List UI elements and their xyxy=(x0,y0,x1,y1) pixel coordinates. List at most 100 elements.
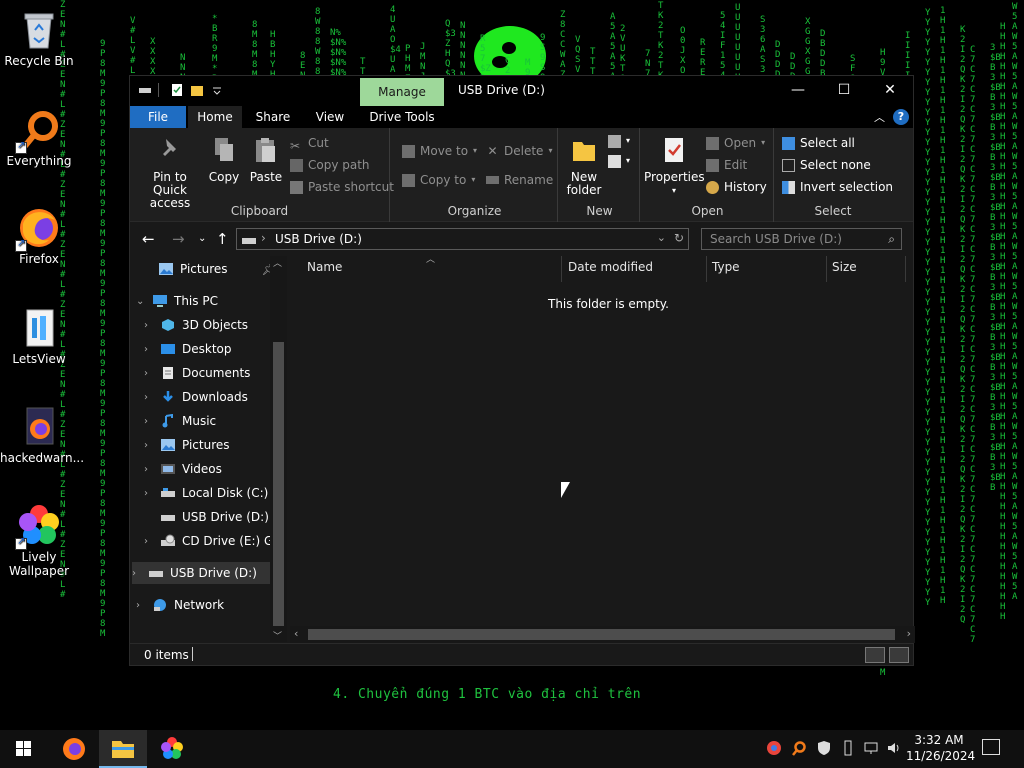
column-header-type[interactable]: Type xyxy=(712,260,740,274)
column-header-name[interactable]: Name xyxy=(307,260,342,274)
properties-button[interactable]: Properties ▾ xyxy=(644,136,705,197)
ribbon-group-open: Properties ▾ Open ▾ Edit History Open xyxy=(642,128,774,222)
desktop-icon-lively-wallpaper[interactable]: Lively Wallpaper xyxy=(0,504,78,578)
copy-to-button[interactable]: Copy to ▾ xyxy=(402,171,475,189)
minimize-button[interactable]: — xyxy=(775,76,821,106)
column-header-date-modified[interactable]: Date modified xyxy=(568,260,653,274)
tab-file[interactable]: File xyxy=(130,106,186,128)
maximize-button[interactable]: ☐ xyxy=(821,76,867,106)
cut-button[interactable]: ✂ Cut xyxy=(290,134,329,153)
details-view-button[interactable] xyxy=(865,647,885,663)
refresh-icon[interactable]: ↻ xyxy=(674,231,684,245)
nav-item-music[interactable]: › Music xyxy=(144,410,216,432)
nav-item-network[interactable]: › Network xyxy=(136,594,224,616)
scrollbar-thumb[interactable] xyxy=(308,629,895,640)
easy-access-button[interactable]: ▾ xyxy=(608,152,630,170)
lively-wallpaper-icon xyxy=(161,737,183,759)
scroll-down-icon[interactable]: ﹀ xyxy=(273,629,282,642)
scroll-up-icon[interactable]: ︿ xyxy=(273,256,282,269)
desktop-icon-everything[interactable]: Everything xyxy=(0,108,78,168)
usb-eject-tray-icon[interactable] xyxy=(840,740,856,756)
tab-view[interactable]: View xyxy=(302,106,358,128)
title-bar: Manage USB Drive (D:) — ☐ ✕ xyxy=(130,76,913,106)
desktop-icon-recycle-bin[interactable]: Recycle Bin xyxy=(0,8,78,68)
desktop-icon-firefox[interactable]: Firefox xyxy=(0,206,78,266)
paste-button[interactable]: Paste xyxy=(246,136,286,184)
chevron-down-icon[interactable]: ⌄ xyxy=(136,296,146,307)
tab-share[interactable]: Share xyxy=(248,106,298,128)
address-bar[interactable]: › USB Drive (D:) ⌄ ↻ xyxy=(236,228,689,250)
back-arrow-icon[interactable]: ← xyxy=(142,230,155,248)
network-tray-icon[interactable] xyxy=(863,740,879,756)
paste-shortcut-button[interactable]: Paste shortcut xyxy=(290,178,394,196)
column-header-size[interactable]: Size xyxy=(832,260,857,274)
select-none-button[interactable]: Select none xyxy=(782,156,871,174)
everything-tray-icon[interactable] xyxy=(791,740,807,756)
new-folder-icon[interactable] xyxy=(190,83,204,97)
large-icons-view-button[interactable] xyxy=(889,647,909,663)
history-button[interactable]: History xyxy=(706,178,767,196)
nav-item-cd-drive-e[interactable]: › CD Drive (E:) GPa xyxy=(144,530,287,552)
taskbar-clock[interactable]: 3:32 AM 11/26/2024 xyxy=(906,732,975,764)
taskbar-lively-wallpaper[interactable] xyxy=(148,730,196,768)
nav-item-pictures[interactable]: › Pictures xyxy=(144,434,230,456)
nav-item-videos[interactable]: › Videos xyxy=(144,458,222,480)
drive-icon xyxy=(139,88,151,93)
collapse-ribbon-icon[interactable]: ︿ xyxy=(874,109,885,125)
desktop-icon-hackedwarn[interactable]: hackedwarn... xyxy=(0,405,84,465)
up-arrow-icon[interactable]: ↑ xyxy=(216,230,229,248)
new-folder-button[interactable]: New folder xyxy=(564,136,604,197)
tab-manage[interactable]: Manage xyxy=(360,78,444,106)
pin-to-quick-access-button[interactable]: Pin to Quick access xyxy=(136,136,204,210)
address-dropdown-chevron-icon[interactable]: ⌄ xyxy=(657,231,666,244)
scroll-right-icon[interactable]: › xyxy=(907,627,911,640)
notification-center-icon[interactable] xyxy=(982,739,1000,755)
taskbar-file-explorer[interactable] xyxy=(99,730,147,768)
edit-button[interactable]: Edit xyxy=(706,156,747,174)
properties-icon[interactable] xyxy=(170,83,184,97)
matrix-rain-column: W5AW5AW5AW5AW5AW5AW5AW5AW5AW5AW5AW5AW5AW… xyxy=(1012,2,1018,602)
start-button[interactable] xyxy=(0,730,48,768)
file-list-horizontal-scrollbar[interactable]: ‹ › xyxy=(290,626,915,643)
address-path: USB Drive (D:) xyxy=(275,232,362,246)
customize-qat-icon[interactable] xyxy=(210,83,224,97)
new-item-button[interactable]: ▾ xyxy=(608,132,630,150)
nav-item-documents[interactable]: › Documents xyxy=(144,362,250,384)
help-icon[interactable]: ? xyxy=(893,109,909,125)
nav-item-3d-objects[interactable]: › 3D Objects xyxy=(144,314,248,336)
delete-button[interactable]: ✕ Delete ▾ xyxy=(486,142,552,160)
open-button[interactable]: Open ▾ xyxy=(706,134,765,152)
copy-button[interactable]: Copy xyxy=(206,136,242,184)
close-button[interactable]: ✕ xyxy=(867,76,913,106)
security-shield-tray-icon[interactable] xyxy=(816,740,832,756)
select-all-button[interactable]: Select all xyxy=(782,134,855,152)
recent-locations-chevron-icon[interactable]: ⌄ xyxy=(198,233,206,244)
sort-ascending-icon: ︿ xyxy=(426,255,436,265)
desktop-icon-letsview[interactable]: LetsView xyxy=(0,306,78,366)
nav-item-desktop[interactable]: › Desktop xyxy=(144,338,232,360)
invert-selection-button[interactable]: Invert selection xyxy=(782,178,893,196)
nav-pane-vertical-scrollbar[interactable]: ︿ ﹀ xyxy=(270,256,287,642)
nav-item-local-disk-c[interactable]: › Local Disk (C:) xyxy=(144,482,268,504)
move-to-button[interactable]: Move to ▾ xyxy=(402,142,477,160)
copy-path-button[interactable]: Copy path xyxy=(290,156,370,174)
button-label: Copy xyxy=(208,170,240,184)
volume-tray-icon[interactable] xyxy=(886,740,902,756)
shortcut-arrow-icon xyxy=(15,140,27,154)
tab-home[interactable]: Home xyxy=(188,106,242,128)
nav-item-usb-drive-root[interactable]: › USB Drive (D:) xyxy=(132,562,270,584)
forward-arrow-icon[interactable]: → xyxy=(172,230,185,248)
scrollbar-thumb[interactable] xyxy=(273,342,284,626)
tab-drive-tools[interactable]: Drive Tools xyxy=(362,106,442,128)
search-input[interactable]: Search USB Drive (D:) ⌕ xyxy=(701,228,902,250)
nav-item-quick-pictures[interactable]: Pictures 📌︎ xyxy=(142,258,277,280)
scroll-left-icon[interactable]: ‹ xyxy=(294,627,298,640)
shortcut-arrow-icon xyxy=(15,536,27,550)
rename-button[interactable]: Rename xyxy=(486,171,553,189)
taskbar-firefox[interactable] xyxy=(50,730,98,768)
chrome-tray-icon[interactable] xyxy=(766,740,782,756)
nav-item-usb-drive-d[interactable]: USB Drive (D:) xyxy=(144,506,269,528)
nav-item-downloads[interactable]: › Downloads xyxy=(144,386,248,408)
matrix-rain-column: 1H1H1H1H1H1H1H1H1H1H1H1H1H1H1H1H1H1H1H1H… xyxy=(940,6,946,606)
nav-item-this-pc[interactable]: ⌄ This PC xyxy=(136,290,218,312)
